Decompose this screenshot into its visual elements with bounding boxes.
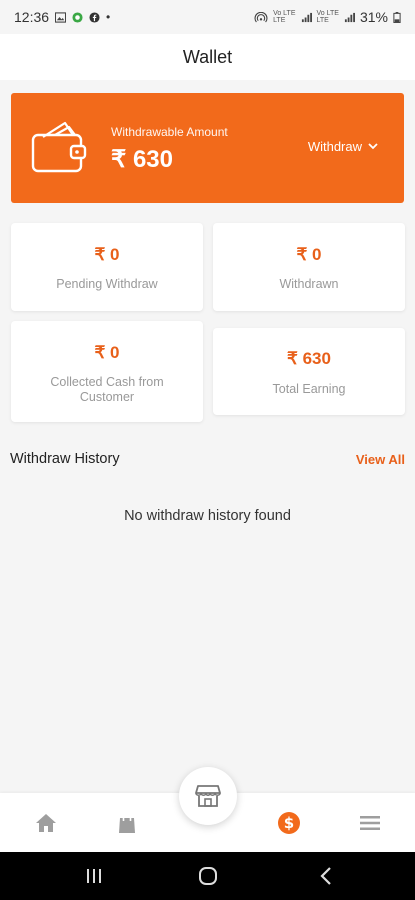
app-icon xyxy=(72,11,83,23)
store-icon xyxy=(195,785,221,807)
clock: 12:36 xyxy=(14,9,50,25)
collected-cash-value: ₹ 0 xyxy=(94,343,120,362)
nav-orders[interactable] xyxy=(114,811,140,835)
network-bottom-2: LTE xyxy=(316,17,329,24)
back-button[interactable] xyxy=(311,864,341,888)
withdrawable-label: Withdrawable Amount xyxy=(111,125,228,139)
battery-icon xyxy=(393,11,401,23)
total-earning-label: Total Earning xyxy=(272,382,346,396)
recents-icon xyxy=(87,869,101,883)
hotspot-icon xyxy=(254,11,268,22)
home-system-button[interactable] xyxy=(193,864,223,888)
recents-button[interactable] xyxy=(79,864,109,888)
page-title: Wallet xyxy=(182,46,233,67)
bag-icon xyxy=(119,812,135,833)
view-all-link[interactable]: View All xyxy=(356,452,405,467)
nav-menu[interactable] xyxy=(357,811,383,835)
withdraw-button[interactable]: Withdraw xyxy=(308,139,378,154)
back-icon xyxy=(320,867,331,885)
nav-wallet[interactable]: $ xyxy=(276,811,302,835)
network-top: Vo LTE xyxy=(273,10,296,17)
withdraw-history-header: Withdraw History View All xyxy=(10,451,405,467)
empty-history-message: No withdraw history found xyxy=(124,508,291,524)
status-bar: 12:36 • Vo LTE LTE Vo LTE LTE 31% xyxy=(0,0,415,34)
signal-icon-2 xyxy=(344,12,355,22)
home-circle-icon xyxy=(199,867,217,885)
menu-icon xyxy=(360,816,380,830)
withdraw-history-title: Withdraw History xyxy=(10,451,120,467)
svg-text:$: $ xyxy=(284,814,294,832)
store-fab-button[interactable] xyxy=(179,767,237,825)
network-label: Vo LTE LTE xyxy=(273,10,295,24)
battery-percent: 31% xyxy=(359,9,388,25)
withdrawn-card: ₹ 0 Withdrawn xyxy=(213,223,405,311)
nav-home[interactable] xyxy=(33,811,59,835)
total-earning-value: ₹ 630 xyxy=(287,349,331,368)
chevron-down-icon xyxy=(368,143,378,150)
pending-withdraw-label: Pending Withdraw xyxy=(56,277,158,291)
dollar-icon: $ xyxy=(278,812,300,834)
gallery-icon xyxy=(55,11,67,23)
signal-icon xyxy=(301,12,312,22)
network-label-2: Vo LTE LTE xyxy=(317,10,339,24)
status-dot: • xyxy=(106,10,111,24)
pending-withdraw-card: ₹ 0 Pending Withdraw xyxy=(11,223,203,311)
collected-cash-card: ₹ 0 Collected Cash from Customer xyxy=(11,321,203,422)
app-header: Wallet xyxy=(0,34,415,80)
facebook-icon xyxy=(89,11,100,23)
network-top-2: Vo LTE xyxy=(316,10,339,17)
network-bottom: LTE xyxy=(273,17,286,24)
home-icon xyxy=(36,814,56,832)
withdraw-label: Withdraw xyxy=(307,139,362,154)
withdrawable-amount: ₹ 630 xyxy=(111,146,173,173)
pending-withdraw-value: ₹ 0 xyxy=(94,245,120,264)
system-navigation-bar xyxy=(0,852,415,900)
total-earning-card: ₹ 630 Total Earning xyxy=(213,328,405,415)
withdrawable-card: Withdrawable Amount ₹ 630 Withdraw xyxy=(11,93,404,203)
collected-cash-label: Collected Cash from Customer xyxy=(50,375,164,404)
withdrawn-value: ₹ 0 xyxy=(296,245,322,264)
withdrawn-label: Withdrawn xyxy=(279,277,339,291)
wallet-icon xyxy=(31,121,87,173)
